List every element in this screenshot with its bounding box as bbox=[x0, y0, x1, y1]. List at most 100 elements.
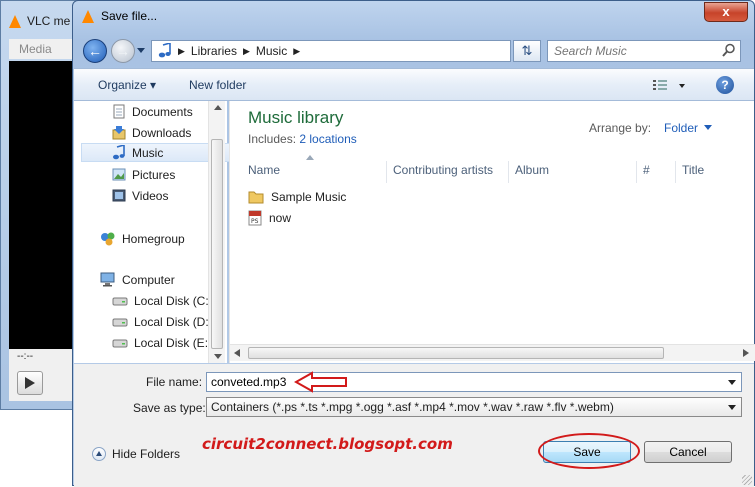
views-button[interactable] bbox=[652, 78, 688, 94]
includes-label: Includes: bbox=[248, 132, 297, 146]
chevron-down-icon bbox=[728, 405, 736, 410]
scroll-right-icon[interactable] bbox=[743, 349, 749, 357]
file-name-field[interactable] bbox=[207, 373, 707, 391]
refresh-button[interactable]: ⇅ bbox=[513, 40, 541, 62]
chevron-up-icon bbox=[92, 447, 106, 461]
search-input[interactable] bbox=[548, 41, 718, 61]
play-icon bbox=[25, 377, 35, 389]
navigation-scrollbar[interactable] bbox=[208, 101, 225, 363]
folder-icon bbox=[248, 191, 264, 204]
computer-icon bbox=[100, 272, 115, 287]
vlc-controls bbox=[9, 365, 79, 401]
music-icon bbox=[113, 145, 125, 160]
pictures-icon bbox=[112, 168, 126, 181]
nav-item-label: Computer bbox=[122, 272, 175, 287]
vlc-play-button[interactable] bbox=[17, 371, 43, 395]
file-name-label: File name: bbox=[146, 375, 203, 389]
nav-item-pictures[interactable]: Pictures bbox=[112, 165, 175, 184]
locations-link[interactable]: 2 locations bbox=[299, 132, 356, 146]
organize-label: Organize bbox=[98, 78, 147, 92]
file-name-combobox[interactable] bbox=[206, 372, 742, 392]
help-button[interactable]: ? bbox=[716, 76, 734, 94]
vlc-cone-icon bbox=[82, 10, 94, 23]
music-note-icon bbox=[158, 43, 171, 58]
history-dropdown-icon[interactable] bbox=[137, 48, 145, 53]
hide-folders-button[interactable]: Hide Folders bbox=[92, 447, 180, 461]
vlc-window: VLC me Media --:-- bbox=[0, 0, 80, 410]
library-title: Music library bbox=[248, 108, 344, 127]
breadcrumb-separator-icon[interactable]: ▶ bbox=[178, 46, 185, 57]
close-button[interactable]: x bbox=[704, 2, 748, 22]
horizontal-scrollbar[interactable] bbox=[230, 344, 755, 361]
file-list-pane: Music library Includes: 2 locations Arra… bbox=[229, 101, 755, 363]
scroll-up-icon[interactable] bbox=[214, 105, 222, 110]
watermark-text: circuit2connect.blogsopt.com bbox=[202, 435, 453, 453]
file-name: Sample Music bbox=[271, 190, 347, 204]
column-header-name[interactable]: Name bbox=[242, 155, 387, 183]
chevron-down-icon[interactable] bbox=[728, 380, 736, 385]
scrollbar-thumb[interactable] bbox=[248, 347, 664, 359]
vlc-title: VLC me bbox=[27, 14, 71, 28]
back-button[interactable]: ← bbox=[83, 39, 107, 63]
column-header-contributing-artists[interactable]: Contributing artists bbox=[387, 161, 509, 183]
save-as-type-label: Save as type: bbox=[133, 401, 206, 415]
navigation-pane: Documents Downloads Music Pictures Video… bbox=[74, 101, 281, 363]
navigation-row: ← → ▶ Libraries ▶ Music ▶ ⇅ bbox=[79, 37, 747, 65]
nav-item-videos[interactable]: Videos bbox=[112, 186, 168, 205]
scroll-left-icon[interactable] bbox=[234, 349, 240, 357]
list-item[interactable]: Sample Music bbox=[248, 187, 346, 207]
postscript-file-icon: PS bbox=[248, 210, 262, 226]
breadcrumb-music[interactable]: Music bbox=[256, 44, 287, 58]
annotation-arrow-icon bbox=[294, 371, 347, 393]
chevron-down-icon bbox=[704, 125, 713, 130]
resize-grip[interactable] bbox=[742, 475, 752, 485]
column-header-title[interactable]: Title bbox=[676, 161, 755, 183]
vlc-menu-media[interactable]: Media bbox=[9, 39, 79, 59]
organize-button[interactable]: Organize ▾ bbox=[98, 78, 156, 92]
save-as-type-dropdown[interactable]: Containers (*.ps *.ts *.mpg *.ogg *.asf … bbox=[206, 397, 742, 417]
breadcrumb-separator-icon[interactable]: ▶ bbox=[293, 46, 300, 57]
nav-item-label: Videos bbox=[132, 188, 169, 203]
search-icon[interactable] bbox=[722, 43, 736, 57]
list-item[interactable]: PS now bbox=[248, 208, 291, 228]
search-box[interactable] bbox=[547, 40, 741, 62]
arrange-by-value: Folder bbox=[664, 121, 699, 135]
nav-item-label: Homegroup bbox=[122, 231, 185, 246]
cancel-button[interactable]: Cancel bbox=[644, 441, 732, 463]
downloads-icon bbox=[112, 126, 126, 140]
dialog-title: Save file... bbox=[101, 9, 158, 23]
save-as-type-value: Containers (*.ps *.ts *.mpg *.ogg *.asf … bbox=[211, 400, 614, 414]
arrange-by-dropdown[interactable]: Folder bbox=[664, 121, 713, 135]
scrollbar-thumb[interactable] bbox=[211, 139, 223, 349]
breadcrumb-separator-icon[interactable]: ▶ bbox=[243, 46, 250, 57]
videos-icon bbox=[112, 189, 126, 202]
new-folder-button[interactable]: New folder bbox=[189, 78, 246, 92]
scroll-down-icon[interactable] bbox=[214, 354, 222, 359]
nav-item-label: Documents bbox=[132, 104, 193, 119]
drive-icon bbox=[112, 318, 128, 327]
drive-icon bbox=[112, 339, 128, 348]
homegroup-icon bbox=[101, 232, 115, 246]
column-header-label: Name bbox=[248, 163, 281, 177]
nav-item-label: Music bbox=[132, 145, 164, 160]
breadcrumb-libraries[interactable]: Libraries bbox=[191, 44, 237, 58]
nav-item-computer[interactable]: Computer bbox=[100, 270, 175, 289]
hide-folders-label: Hide Folders bbox=[112, 447, 181, 461]
nav-item-local-disk-c[interactable]: Local Disk (C:) bbox=[112, 291, 213, 310]
column-header-track-number[interactable]: # bbox=[637, 161, 676, 183]
nav-item-local-disk-d[interactable]: Local Disk (D:) bbox=[112, 312, 213, 331]
forward-button[interactable]: → bbox=[111, 39, 135, 63]
nav-item-label: Downloads bbox=[132, 125, 192, 140]
nav-item-local-disk-e[interactable]: Local Disk (E:) bbox=[112, 333, 212, 352]
column-header-album[interactable]: Album bbox=[509, 161, 637, 183]
vlc-video-area bbox=[9, 61, 79, 349]
save-file-dialog: Save file... x ← → ▶ Libraries ▶ Music ▶… bbox=[72, 0, 755, 487]
nav-item-downloads[interactable]: Downloads bbox=[112, 123, 191, 142]
address-bar[interactable]: ▶ Libraries ▶ Music ▶ bbox=[151, 40, 511, 62]
nav-item-label: Local Disk (D:) bbox=[134, 314, 213, 329]
nav-item-homegroup[interactable]: Homegroup bbox=[100, 229, 185, 248]
library-includes: Includes: 2 locations bbox=[248, 132, 357, 146]
nav-item-documents[interactable]: Documents bbox=[112, 102, 193, 121]
vlc-cone-icon bbox=[9, 14, 21, 28]
file-name: now bbox=[269, 211, 292, 225]
